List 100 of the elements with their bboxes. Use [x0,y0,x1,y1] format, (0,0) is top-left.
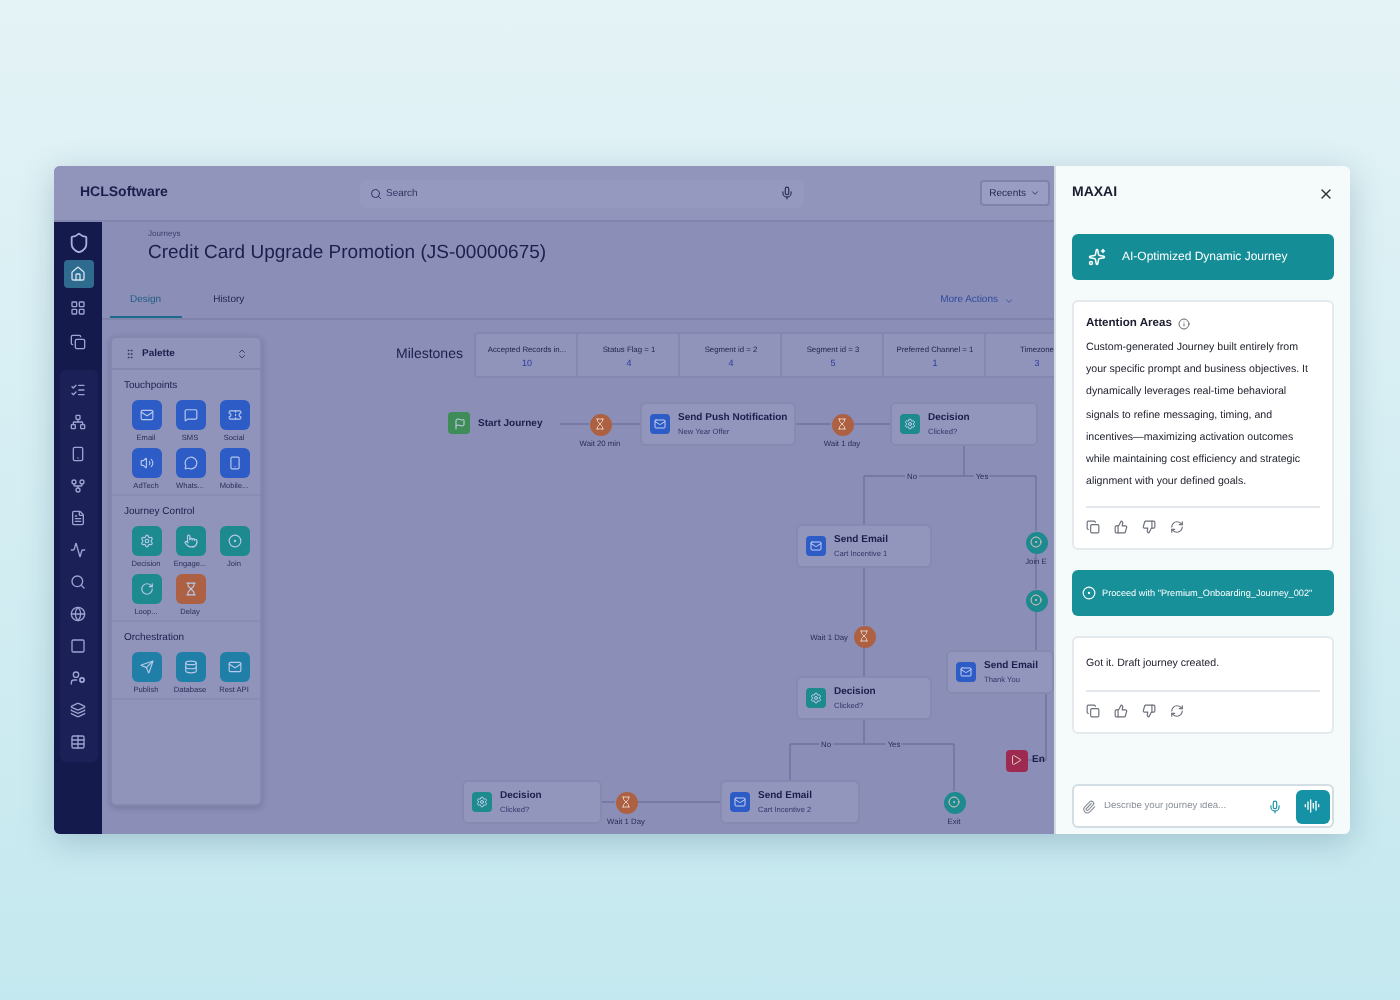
mail-icon [227,660,241,674]
phone-icon [70,446,86,462]
caret-icon [1004,295,1014,305]
close-icon [1318,185,1334,201]
copy-icon [1086,703,1100,718]
square-icon [70,638,86,654]
regenerate-button[interactable] [1170,520,1184,535]
mail-icon [960,666,972,678]
palette-tile[interactable] [175,400,205,430]
hourglass-icon [836,418,848,430]
thumbs-up-icon [1114,520,1128,535]
audio-icon [1304,798,1320,814]
palette-tile[interactable] [219,652,249,682]
join-node[interactable] [1025,589,1047,611]
palette-tile[interactable] [131,526,161,556]
palette-tile[interactable] [131,400,161,430]
palette-tile[interactable] [175,652,205,682]
palette-tile[interactable] [131,652,161,682]
mic-icon[interactable] [1268,799,1282,813]
mail-icon [654,418,666,430]
dislike-button[interactable] [1142,520,1156,535]
checklist-icon [70,382,86,398]
palette-tile[interactable] [219,526,249,556]
speaker-icon [139,456,153,470]
network-icon [70,414,86,430]
search-icon [70,574,86,590]
thumbs-down-icon [1142,703,1156,718]
fork-icon [70,478,86,494]
hourglass-icon [858,630,870,642]
gear-icon [139,534,153,548]
home-icon [70,266,86,282]
chat-bubble-icon [183,456,197,470]
rotate-icon [139,582,153,596]
mail-icon [139,408,153,422]
dot-circle-icon [948,796,960,808]
palette-tile[interactable] [131,448,161,478]
chat-icon [183,408,197,422]
sparkle-icon [1088,248,1106,266]
hourglass-icon [594,418,606,430]
database-icon [183,660,197,674]
pointer-icon [183,534,197,548]
like-button[interactable] [1114,703,1128,718]
dot-circle-icon [227,534,241,548]
refresh-icon [1170,703,1184,718]
play-icon [1010,754,1022,766]
ticket-icon [227,408,241,422]
globe-icon [70,606,86,622]
palette-tile[interactable] [175,574,205,604]
palette-tile[interactable] [175,448,205,478]
gear-icon [904,418,916,430]
wait-node[interactable] [589,413,611,435]
grid-icon [70,300,86,316]
logo-icon [67,232,89,254]
search-icon [370,187,382,199]
copy-icon [70,334,86,350]
layers-icon [70,702,86,718]
wait-node[interactable] [615,791,637,813]
palette-tile[interactable] [219,400,249,430]
info-icon [1177,318,1190,330]
palette-tile[interactable] [219,448,249,478]
hourglass-icon [183,582,197,596]
wait-node[interactable] [853,625,875,647]
palette-tile[interactable] [131,574,161,604]
send-icon [139,660,153,674]
gear-icon [810,692,822,704]
gear-icon [476,796,488,808]
activity-icon [70,542,86,558]
table-icon [70,734,86,750]
dot-circle-icon [1030,594,1042,606]
dot-circle-icon [1030,536,1042,548]
thumbs-down-icon [1142,520,1156,535]
start-node[interactable] [448,412,470,434]
mail-icon [734,796,746,808]
connector-line [1026,693,1047,761]
wait-node[interactable] [831,413,853,435]
nav-button[interactable] [63,260,93,288]
document-icon [70,510,86,526]
palette-tile[interactable] [175,526,205,556]
copy-button[interactable] [1086,703,1100,718]
flag-icon [453,417,465,429]
hourglass-icon [620,796,632,808]
caret-icon [1030,188,1040,198]
like-button[interactable] [1114,520,1128,535]
copy-icon [1086,520,1100,535]
end-node[interactable] [1005,749,1027,771]
dislike-button[interactable] [1142,703,1156,718]
join-node[interactable] [1025,531,1047,553]
mic-icon[interactable] [780,186,794,200]
mail-icon [810,540,822,552]
exit-node[interactable] [943,791,965,813]
phone-icon [227,456,241,470]
page-title: Credit Card Upgrade Promotion (JS-00000675) [148,242,549,264]
paperclip-icon[interactable] [1082,799,1096,813]
thumbs-up-icon [1114,703,1128,718]
refresh-icon [1170,520,1184,535]
copy-button[interactable] [1086,520,1100,535]
regenerate-button[interactable] [1170,703,1184,718]
user-gear-icon [70,670,86,686]
close-button[interactable] [1318,185,1334,201]
dot-circle-icon [1082,586,1096,601]
